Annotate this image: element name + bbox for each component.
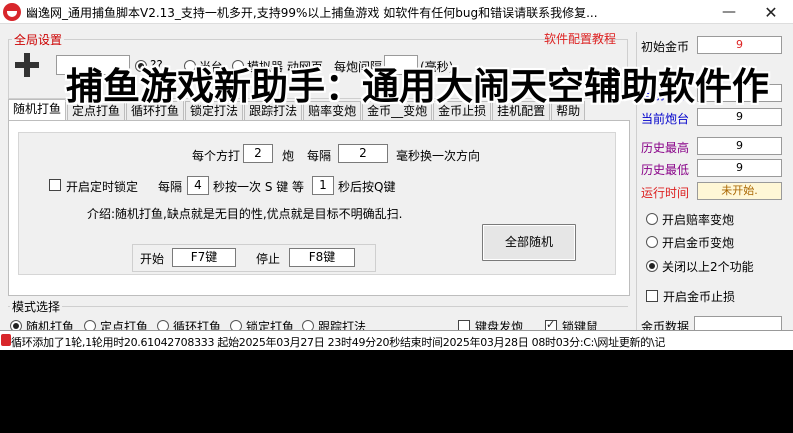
mode-radio-lock[interactable] xyxy=(230,320,242,330)
config-tutorial-link[interactable]: 软件配置教程 xyxy=(544,30,616,47)
gold-change-label: 开启金币变炮 xyxy=(662,236,735,250)
timer-text-2: 秒后按Q键 xyxy=(338,180,396,194)
minimize-button[interactable]: — xyxy=(709,0,749,24)
stop-label: 停止 xyxy=(256,252,281,266)
keyboard-fire-label: 键盘发炮 xyxy=(475,320,524,330)
mode-radio-fixed-label: 定点打鱼 xyxy=(100,320,149,330)
gold-data-field[interactable] xyxy=(694,316,782,330)
status-app-icon xyxy=(1,334,11,346)
shots-unit: 炮 xyxy=(282,149,295,163)
stop-hotkey-field[interactable]: F8键 xyxy=(289,248,355,267)
keyboard-fire-checkbox[interactable] xyxy=(458,320,470,330)
odds-change-label: 开启赔率变炮 xyxy=(662,213,735,227)
tab-random-fishing[interactable]: 随机打鱼 xyxy=(8,99,67,121)
title-bar: 幽逸网_通用捕鱼脚本V2.13_支持一机多开,支持99%以上捕鱼游戏 如软件有任… xyxy=(0,0,793,24)
direction-interval-unit: 毫秒换一次方向 xyxy=(396,149,481,163)
close-both-radio[interactable] xyxy=(646,260,658,272)
timer-seconds-input[interactable]: 4 xyxy=(187,176,209,195)
timer-wait-input[interactable]: 1 xyxy=(312,176,334,195)
start-hotkey-field[interactable]: F7键 xyxy=(172,248,236,267)
gold-data-label: 金币数据 xyxy=(641,320,690,330)
runtime-label: 运行时间 xyxy=(641,186,690,200)
current-cannon-value: 9 xyxy=(697,108,782,126)
close-both-label: 关闭以上2个功能 xyxy=(662,260,754,274)
initial-gold-label: 初始金币 xyxy=(641,40,690,54)
mode-radio-track-label: 跟踪打法 xyxy=(318,320,367,330)
status-log-text: 循环添加了1轮,1轮用时20.61042708333 起始2025年03月27日… xyxy=(11,336,666,349)
mode-radio-track[interactable] xyxy=(302,320,314,330)
timer-lock-checkbox[interactable] xyxy=(49,179,61,191)
history-high-label: 历史最高 xyxy=(641,141,690,155)
timer-text-1: 秒按一次 S 键 等 xyxy=(213,180,305,194)
mode-radio-random[interactable] xyxy=(10,320,22,330)
lock-keymouse-label: 锁键鼠 xyxy=(562,320,599,330)
initial-gold-value: 9 xyxy=(697,36,782,54)
gold-stoploss-checkbox[interactable] xyxy=(646,290,658,302)
mode-radio-fixed[interactable] xyxy=(84,320,96,330)
global-settings-label: 全局设置 xyxy=(12,31,65,48)
app-window: 幽逸网_通用捕鱼脚本V2.13_支持一机多开,支持99%以上捕鱼游戏 如软件有任… xyxy=(0,0,793,330)
mode-radio-loop[interactable] xyxy=(157,320,169,330)
status-bar: 循环添加了1轮,1轮用时20.61042708333 起始2025年03月27日… xyxy=(0,330,793,350)
mode-radio-lock-label: 锁定打鱼 xyxy=(246,320,295,330)
direction-interval-input[interactable]: 2 xyxy=(338,144,388,163)
gold-change-radio[interactable] xyxy=(646,236,658,248)
lock-keymouse-checkbox[interactable] xyxy=(545,318,557,330)
runtime-value: 未开始. xyxy=(697,182,782,200)
start-label: 开始 xyxy=(140,252,165,266)
history-high-value: 9 xyxy=(697,137,782,155)
gold-stoploss-label: 开启金币止损 xyxy=(663,290,736,304)
current-cannon-label: 当前炮台 xyxy=(641,112,690,126)
promo-banner-text: 捕鱼游戏新助手：通用大闹天空辅助软件作 xyxy=(66,65,769,108)
app-logo-icon xyxy=(3,3,21,21)
timer-every-label: 每隔 xyxy=(158,180,183,194)
odds-change-radio[interactable] xyxy=(646,213,658,225)
every-label: 每隔 xyxy=(307,149,332,163)
history-low-label: 历史最低 xyxy=(641,163,690,177)
per-direction-label: 每个方打 xyxy=(192,149,241,163)
close-button[interactable]: ✕ xyxy=(751,0,791,24)
mode-radio-random-label: 随机打鱼 xyxy=(26,320,75,330)
mode-intro-text: 介绍:随机打鱼,缺点就是无目的性,优点就是目标不明确乱扫. xyxy=(87,207,403,221)
timer-lock-label: 开启定时锁定 xyxy=(66,180,139,194)
gamepad-icon xyxy=(12,50,42,80)
all-random-button[interactable]: 全部随机 xyxy=(482,224,576,261)
mode-select-label: 模式选择 xyxy=(10,298,63,315)
mode-radio-loop-label: 循环打鱼 xyxy=(173,320,222,330)
shots-per-direction-input[interactable]: 2 xyxy=(243,144,273,163)
window-title: 幽逸网_通用捕鱼脚本V2.13_支持一机多开,支持99%以上捕鱼游戏 如软件有任… xyxy=(26,6,598,20)
history-low-value: 9 xyxy=(697,159,782,177)
